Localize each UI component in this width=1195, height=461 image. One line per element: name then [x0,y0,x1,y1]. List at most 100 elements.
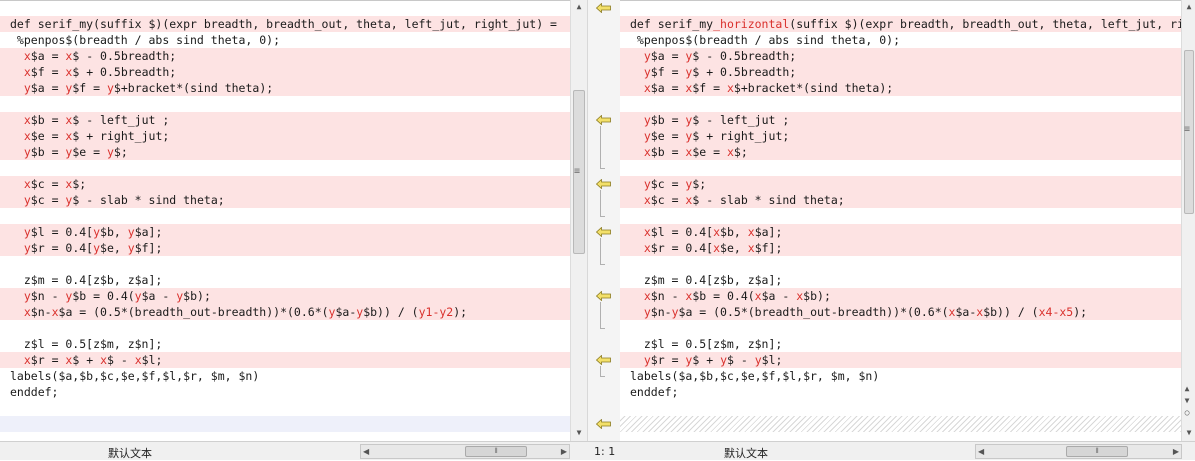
changed-token: x [134,353,142,367]
code-line[interactable] [0,432,570,441]
changed-token: x [643,193,651,207]
code-token: $f = [30,65,66,79]
copy-left-arrow-icon[interactable] [596,179,611,189]
scroll-right-arrow-icon[interactable]: ▶ [561,445,567,458]
code-line[interactable]: z$m = 0.4[z$b, z$a]; [620,272,1183,288]
code-line[interactable] [620,96,1183,112]
diff-line[interactable]: x$c = x$; [0,176,570,192]
diff-line[interactable]: def serif_my(suffix $)(expr breadth, bre… [0,16,570,32]
scroll-left-arrow-icon[interactable]: ◀ [978,445,984,458]
code-line[interactable]: enddef; [620,384,1183,400]
code-line[interactable] [0,96,570,112]
diff-line[interactable]: y$c = y$; [620,176,1183,192]
diff-line[interactable]: x$l = 0.4[x$b, x$a]; [620,224,1183,240]
scroll-right-arrow-icon[interactable]: ▶ [1173,445,1179,458]
code-line[interactable] [0,208,570,224]
changed-token: x [643,289,651,303]
code-line[interactable] [620,320,1183,336]
diff-line[interactable]: x$c = x$ - slab * sind theta; [620,192,1183,208]
diff-line[interactable]: x$r = x$ + x$ - x$l; [0,352,570,368]
diff-line[interactable]: y$b = y$e = y$; [0,144,570,160]
code-line[interactable] [0,160,570,176]
changed-token: x [643,81,651,95]
diff-line[interactable]: y$r = y$ + y$ - y$l; [620,352,1183,368]
right-vertical-scrollbar[interactable]: ▲ ≡ ▲ ▼ ○ ▼ [1181,0,1195,441]
right-code-pane[interactable]: def serif_my_horizontal(suffix $)(expr b… [620,0,1183,441]
code-line[interactable]: z$l = 0.5[z$m, z$n]; [0,336,570,352]
changed-token: x [23,49,31,63]
diff-line[interactable]: y$c = y$ - slab * sind theta; [0,192,570,208]
diff-line[interactable]: y$a = y$f = y$+bracket*(sind theta); [0,80,570,96]
scroll-up-arrow-icon[interactable]: ▲ [571,0,587,14]
diff-line[interactable]: x$n - x$b = 0.4(x$a - x$b); [620,288,1183,304]
code-line[interactable] [0,400,570,416]
diff-line[interactable]: x$a = x$f = x$+bracket*(sind theta); [620,80,1183,96]
code-token: $a = [30,81,66,95]
code-line[interactable] [620,400,1183,416]
scroll-down-arrow-icon[interactable]: ▼ [571,426,587,440]
changed-token: y [23,225,31,239]
code-line[interactable]: z$l = 0.5[z$m, z$n]; [620,336,1183,352]
diff-line[interactable]: x$e = x$ + right_jut; [0,128,570,144]
code-line[interactable] [620,432,1183,441]
page-up-icon[interactable]: ▲ [1182,384,1192,393]
code-line[interactable]: labels($a,$b,$c,$e,$f,$l,$r, $m, $n) [620,368,1183,384]
scroll-left-arrow-icon[interactable]: ◀ [363,445,369,458]
code-line[interactable]: enddef; [0,384,570,400]
diff-line[interactable]: x$f = x$ + 0.5breadth; [0,64,570,80]
copy-left-arrow-icon[interactable] [596,227,611,237]
diff-line[interactable]: x$b = x$ - left_jut ; [0,112,570,128]
code-token: $a- [335,305,357,319]
diff-line[interactable]: y$r = 0.4[y$e, y$f]; [0,240,570,256]
code-line[interactable] [620,208,1183,224]
diff-line[interactable]: x$r = 0.4[x$e, x$f]; [620,240,1183,256]
diff-line[interactable]: y$f = y$ + 0.5breadth; [620,64,1183,80]
code-line[interactable] [0,256,570,272]
code-token: $c = [650,177,686,191]
copy-left-arrow-icon[interactable] [596,115,611,125]
code-line[interactable]: %penpos$(breadth / abs sind theta, 0); [0,32,570,48]
changed-token: y [127,241,135,255]
merge-gutter [587,0,622,441]
select-browse-icon[interactable]: ○ [1182,408,1192,417]
page-down-icon[interactable]: ▼ [1182,396,1192,405]
scroll-down-arrow-icon[interactable]: ▼ [1182,426,1195,440]
diff-line[interactable]: def serif_my_horizontal(suffix $)(expr b… [620,16,1183,32]
code-line[interactable]: labels($a,$b,$c,$e,$f,$l,$r, $m, $n) [0,368,570,384]
left-code-pane[interactable]: def serif_my(suffix $)(expr breadth, bre… [0,0,570,441]
diff-line[interactable]: y$n-y$a = (0.5*(breadth_out-breadth))*(0… [620,304,1183,320]
left-horizontal-scrollbar[interactable]: ◀ ⦀ ▶ [360,444,570,459]
right-horizontal-thumb[interactable]: ⦀ [1066,446,1128,457]
code-token: $ + 0.5breadth; [72,65,177,79]
copy-left-arrow-icon[interactable] [596,419,611,429]
diff-line[interactable]: y$e = y$ + right_jut; [620,128,1183,144]
code-token: $l; [141,353,163,367]
diff-line[interactable]: y$b = y$ - left_jut ; [620,112,1183,128]
code-token: $r = [30,353,66,367]
code-line[interactable] [0,416,570,432]
changed-token: y [643,49,651,63]
diff-line[interactable]: x$n-x$a = (0.5*(breadth_out-breadth))*(0… [0,304,570,320]
code-line[interactable] [620,160,1183,176]
code-line[interactable] [620,256,1183,272]
code-token: $a]; [754,225,783,239]
code-line[interactable]: z$m = 0.4[z$b, z$a]; [0,272,570,288]
copy-left-arrow-icon[interactable] [596,355,611,365]
code-line[interactable] [620,416,1183,432]
left-vertical-scrollbar[interactable]: ▲ ≡ ▼ [570,0,587,441]
diff-line[interactable]: y$n - y$b = 0.4(y$a - y$b); [0,288,570,304]
diff-line[interactable]: x$a = x$ - 0.5breadth; [0,48,570,64]
diff-line[interactable]: y$l = 0.4[y$b, y$a]; [0,224,570,240]
scroll-up-arrow-icon[interactable]: ▲ [1182,0,1195,14]
diff-line[interactable]: y$a = y$ - 0.5breadth; [620,48,1183,64]
diff-line[interactable]: x$b = x$e = x$; [620,144,1183,160]
changed-token: x [51,305,59,319]
right-horizontal-scrollbar[interactable]: ◀ ⦀ ▶ [975,444,1182,459]
code-line[interactable] [0,320,570,336]
copy-left-arrow-icon[interactable] [596,291,611,301]
left-horizontal-thumb[interactable]: ⦀ [465,446,527,457]
copy-left-arrow-icon[interactable] [596,3,611,13]
code-line[interactable]: %penpos$(breadth / abs sind theta, 0); [620,32,1183,48]
